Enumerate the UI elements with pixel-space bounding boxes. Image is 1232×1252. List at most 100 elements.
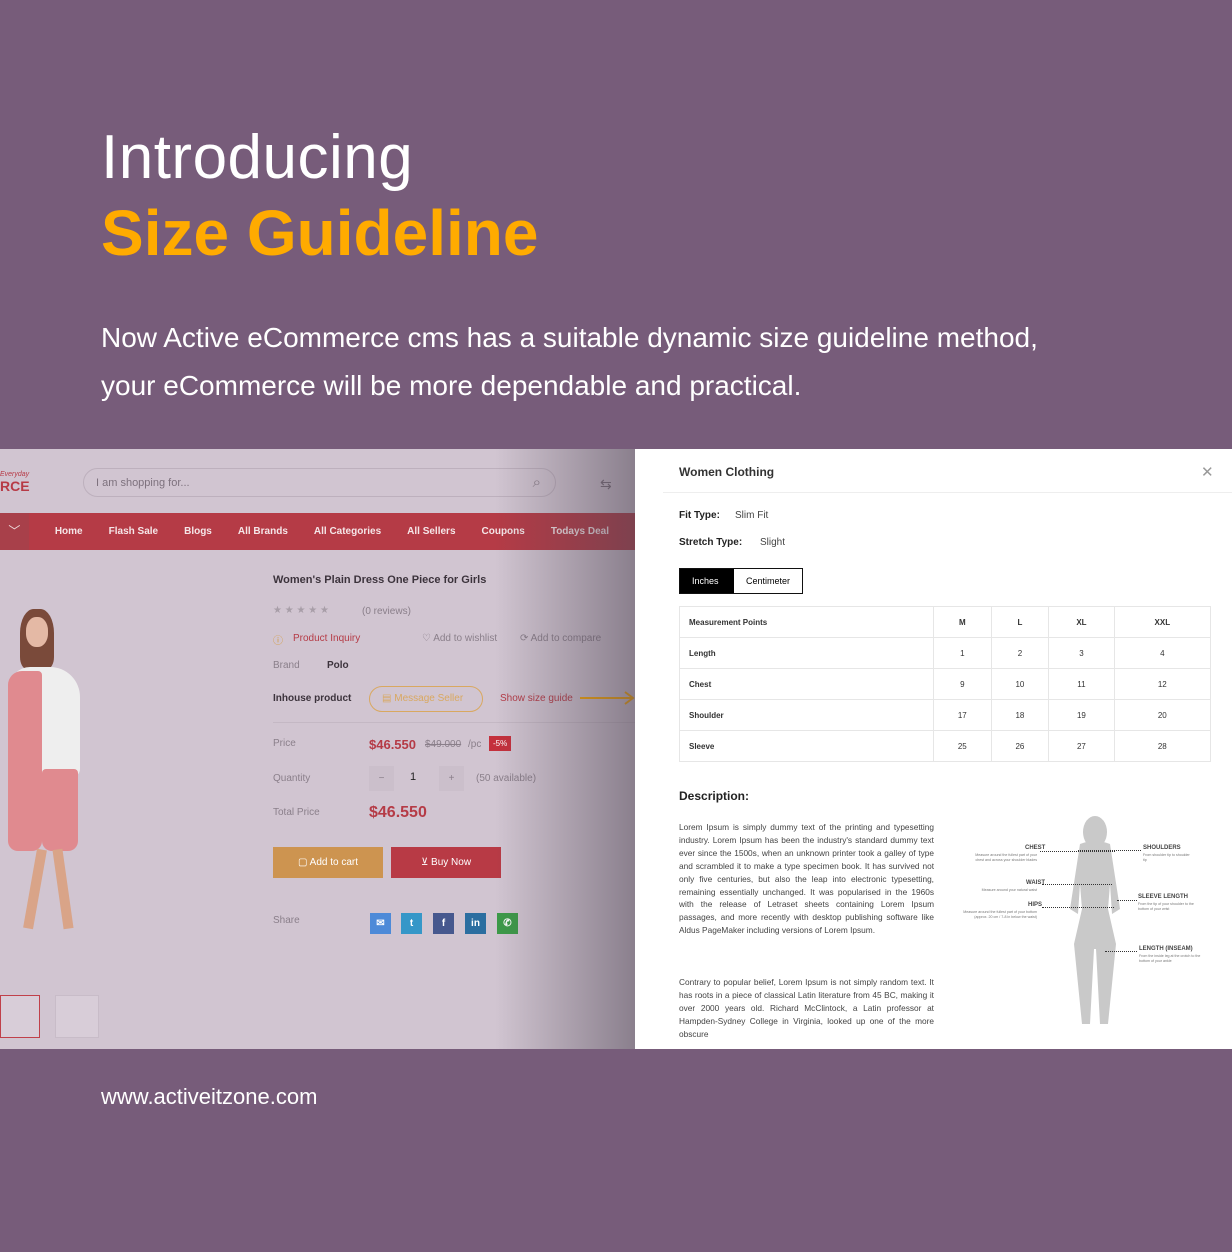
table-cell: 18 xyxy=(990,699,1050,731)
tab-centimeter[interactable]: Centimeter xyxy=(734,569,802,593)
decrease-button[interactable]: − xyxy=(369,766,394,791)
search-icon[interactable]: ⌕ xyxy=(533,474,541,491)
table-cell: Shoulder xyxy=(679,699,934,731)
nav-all-sellers[interactable]: All Sellers xyxy=(407,526,455,537)
body-silhouette xyxy=(1070,816,1120,1024)
email-share-icon[interactable]: ✉ xyxy=(370,913,391,934)
buy-now-button[interactable]: ⊻ Buy Now xyxy=(391,847,501,878)
description-paragraph: Contrary to popular belief, Lorem Ipsum … xyxy=(679,977,934,1039)
seller-name: Inhouse product xyxy=(273,693,352,704)
tab-inches[interactable]: Inches xyxy=(680,569,734,593)
hips-label: HIPS xyxy=(1028,902,1043,908)
total-price: $46.550 xyxy=(369,804,427,821)
table-cell: 4 xyxy=(1113,637,1212,669)
table-cell: Chest xyxy=(679,668,934,700)
table-header: XXL xyxy=(1113,606,1212,638)
stretch-type-value: Slight xyxy=(760,537,786,548)
table-cell: 27 xyxy=(1048,730,1115,762)
description-title: Description: xyxy=(679,789,750,803)
question-icon: ⓘ xyxy=(273,636,283,647)
compare-icon[interactable]: ⇆ xyxy=(600,476,612,493)
chevron-down-icon[interactable]: ﹀ xyxy=(0,513,29,550)
arrow-icon xyxy=(580,691,635,705)
facebook-share-icon[interactable]: f xyxy=(433,913,454,934)
modal-title: Women Clothing xyxy=(679,465,775,479)
hips-sub: Measure around the fullest part of your … xyxy=(963,910,1037,919)
show-size-guide-link[interactable]: Show size guide xyxy=(500,693,573,704)
stretch-type-label: Stretch Type: xyxy=(679,537,743,548)
nav-coupons[interactable]: Coupons xyxy=(482,526,525,537)
add-to-cart-button[interactable]: ▢ Add to cart xyxy=(273,847,383,878)
product-image xyxy=(0,609,110,939)
table-header: L xyxy=(990,606,1050,638)
message-seller-button[interactable]: ▤ Message Seller xyxy=(369,686,483,712)
nav-all-brands[interactable]: All Brands xyxy=(238,526,288,537)
table-cell: Sleeve xyxy=(679,730,934,762)
intro-heading: Introducing xyxy=(101,123,414,192)
product-page-screenshot: Everyday RCE I am shopping for... ⌕ ⇆ ﹀ Ho… xyxy=(0,449,635,1049)
table-cell: 10 xyxy=(990,668,1050,700)
table-cell: 2 xyxy=(990,637,1050,669)
table-cell: 17 xyxy=(933,699,992,731)
refresh-icon: ⟳ xyxy=(520,633,531,644)
add-to-compare-link[interactable]: ⟳ Add to compare xyxy=(520,633,601,644)
nav-flash-sale[interactable]: Flash Sale xyxy=(109,526,158,537)
table-cell: 20 xyxy=(1113,699,1212,731)
table-cell: 28 xyxy=(1113,730,1212,762)
price-label: Price xyxy=(273,738,296,749)
table-row: Chest 9 10 11 12 xyxy=(679,668,1212,700)
twitter-share-icon[interactable]: t xyxy=(401,913,422,934)
length-label: LENGTH (INSEAM) xyxy=(1139,946,1193,952)
quantity-label: Quantity xyxy=(273,773,311,784)
main-nav: ﹀ Home Flash Sale Blogs All Brands All C… xyxy=(0,513,635,550)
table-cell: 1 xyxy=(933,637,992,669)
table-cell: 19 xyxy=(1048,699,1115,731)
thumbnail-1[interactable] xyxy=(0,995,40,1038)
nav-todays-deal[interactable]: Todays Deal xyxy=(551,526,609,537)
website-url[interactable]: www.activeitzone.com xyxy=(101,1084,317,1110)
increase-button[interactable]: + xyxy=(439,766,464,791)
table-header: Measurement Points xyxy=(679,606,934,638)
size-table: Measurement Points M L XL XXL Length 1 2 3 4… xyxy=(679,606,1212,762)
nav-all-categories[interactable]: All Categories xyxy=(314,526,381,537)
fit-type-value: Slim Fit xyxy=(735,510,769,521)
description-paragraph: Lorem Ipsum is simply dummy text of the … xyxy=(679,822,934,936)
table-row: Sleeve 25 26 27 28 xyxy=(679,730,1212,762)
search-input[interactable]: I am shopping for... ⌕ xyxy=(83,468,556,497)
linkedin-share-icon[interactable]: in xyxy=(465,913,486,934)
table-cell: 11 xyxy=(1048,668,1115,700)
nav-blogs[interactable]: Blogs xyxy=(184,526,212,537)
table-cell: 9 xyxy=(933,668,992,700)
fit-type-label: Fit Type: xyxy=(679,510,720,521)
table-row: Length 1 2 3 4 xyxy=(679,637,1212,669)
review-count: (0 reviews) xyxy=(362,606,411,617)
total-price-label: Total Price xyxy=(273,807,320,818)
sleeve-sub: From the tip of your shoulder to the bot… xyxy=(1138,902,1194,911)
product-inquiry-link[interactable]: Product Inquiry xyxy=(293,633,360,644)
thumbnail-2[interactable] xyxy=(55,995,99,1038)
waist-label: WAIST xyxy=(1026,880,1045,886)
bag-icon: ▢ xyxy=(297,857,310,868)
price-unit: /pc xyxy=(468,739,482,750)
table-cell: 12 xyxy=(1113,668,1212,700)
chest-sub: Measure around the fullest part of your … xyxy=(975,853,1037,862)
add-to-wishlist-link[interactable]: ♡ Add to wishlist xyxy=(422,633,497,644)
table-cell: 25 xyxy=(933,730,992,762)
heart-icon: ♡ xyxy=(422,633,434,644)
length-sub: From the inside leg at the crotch to the… xyxy=(1139,954,1201,963)
lead-text: Now Active eCommerce cms has a suitable … xyxy=(101,322,1038,401)
measurement-diagram: CHEST Measure around the fullest part of… xyxy=(945,814,1232,1049)
shoulders-sub: From shoulder tip to shoulder tip xyxy=(1143,853,1190,862)
sleeve-label: SLEEVE LENGTH xyxy=(1138,894,1189,900)
logo[interactable]: Everyday RCE xyxy=(0,471,30,494)
price: $46.550 xyxy=(369,737,416,752)
chat-icon: ▤ xyxy=(382,693,395,704)
nav-home[interactable]: Home xyxy=(55,526,83,537)
table-row: Shoulder 17 18 19 20 xyxy=(679,699,1212,731)
old-price: $49.000 xyxy=(425,739,462,750)
close-icon[interactable]: ✕ xyxy=(1201,463,1214,481)
table-cell: Length xyxy=(679,637,934,669)
quantity-input[interactable]: 1 xyxy=(410,771,416,783)
product-title: Women's Plain Dress One Piece for Girls xyxy=(273,574,487,586)
whatsapp-share-icon[interactable]: ✆ xyxy=(497,913,518,934)
